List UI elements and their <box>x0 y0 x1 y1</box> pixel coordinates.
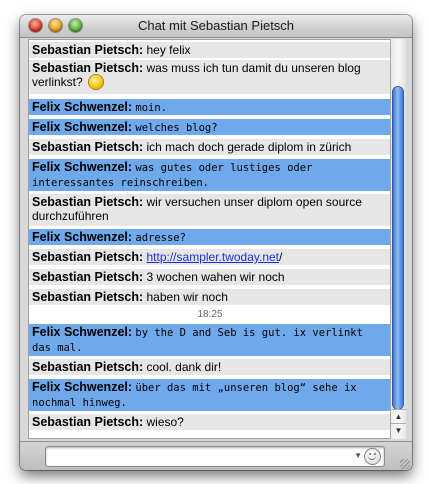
message-row: Felix Schwenzel: welches blog? <box>29 119 391 135</box>
message-text: / <box>279 250 283 264</box>
window-title: Chat mit Sebastian Pietsch <box>137 18 295 33</box>
input-bar: ▼ <box>20 441 412 470</box>
sender-name: Felix Schwenzel: <box>32 160 133 174</box>
message-text: moin. <box>135 102 167 114</box>
message-row: Sebastian Pietsch: haben wir noch <box>29 289 391 305</box>
message-link[interactable]: http://sampler.twoday.net <box>147 250 280 264</box>
smiley-icon <box>89 75 104 89</box>
sender-name: Sebastian Pietsch: <box>32 360 144 374</box>
message-text: adresse? <box>135 232 186 244</box>
chat-transcript[interactable]: Sebastian Pietsch: hey felix Sebastian P… <box>28 39 392 439</box>
emoticon-picker-icon[interactable] <box>364 448 381 465</box>
sender-name: Sebastian Pietsch: <box>32 61 144 75</box>
sender-name: Sebastian Pietsch: <box>32 415 144 429</box>
dropdown-arrow-icon[interactable]: ▼ <box>354 451 362 460</box>
sender-name: Sebastian Pietsch: <box>32 195 144 209</box>
sender-name: Felix Schwenzel: <box>32 100 133 114</box>
message-row: Sebastian Pietsch: 3 wochen wahen wir no… <box>29 269 391 285</box>
title-bar[interactable]: Chat mit Sebastian Pietsch <box>20 15 412 38</box>
message-text: haben wir noch <box>146 290 228 304</box>
sender-name: Sebastian Pietsch: <box>32 290 144 304</box>
sender-name: Felix Schwenzel: <box>32 380 133 394</box>
message-row: Sebastian Pietsch: ich mach doch gerade … <box>29 139 391 155</box>
sender-name: Sebastian Pietsch: <box>32 270 144 284</box>
message-text: cool. dank dir! <box>146 360 222 374</box>
message-input[interactable]: ▼ <box>45 446 385 467</box>
message-row: Felix Schwenzel: moin. <box>29 99 391 115</box>
sender-name: Sebastian Pietsch: <box>32 250 144 264</box>
sender-name: Felix Schwenzel: <box>32 230 133 244</box>
message-text: welches blog? <box>135 122 218 134</box>
chat-window: Chat mit Sebastian Pietsch Sebastian Pie… <box>20 15 412 470</box>
sender-name: Sebastian Pietsch: <box>32 140 144 154</box>
sender-name: Felix Schwenzel: <box>32 325 133 339</box>
message-row: Sebastian Pietsch: wieso? <box>29 414 391 430</box>
resize-grip[interactable] <box>400 459 410 469</box>
message-row: Sebastian Pietsch: cool. dank dir! <box>29 359 391 375</box>
message-row: Felix Schwenzel: was gutes oder lustiges… <box>29 159 391 191</box>
message-row: Felix Schwenzel: über das mit „unseren b… <box>29 379 391 411</box>
message-text: hey felix <box>146 43 191 57</box>
message-row: Sebastian Pietsch: http://sampler.twoday… <box>29 249 391 265</box>
scrollbar-thumb[interactable] <box>393 87 403 409</box>
message-row: Felix Schwenzel: adresse? <box>29 229 391 245</box>
message-row: Sebastian Pietsch: hey felix <box>29 42 391 58</box>
message-text: 3 wochen wahen wir noch <box>146 270 285 284</box>
vertical-scrollbar[interactable]: ▲ ▼ <box>390 39 406 439</box>
sender-name: Sebastian Pietsch: <box>32 43 144 57</box>
message-text: ich mach doch gerade diplom in zürich <box>146 140 352 154</box>
scroll-down-arrow-icon[interactable]: ▼ <box>391 423 406 438</box>
scroll-up-arrow-icon[interactable]: ▲ <box>391 409 406 424</box>
timestamp: 18:25 <box>29 308 391 322</box>
message-row: Sebastian Pietsch: was muss ich tun dami… <box>29 60 391 94</box>
message-text: wieso? <box>146 415 184 429</box>
sender-name: Felix Schwenzel: <box>32 120 133 134</box>
message-row: Sebastian Pietsch: wir versuchen unser d… <box>29 194 391 226</box>
message-row: Felix Schwenzel: by the D and Seb is gut… <box>29 324 391 356</box>
